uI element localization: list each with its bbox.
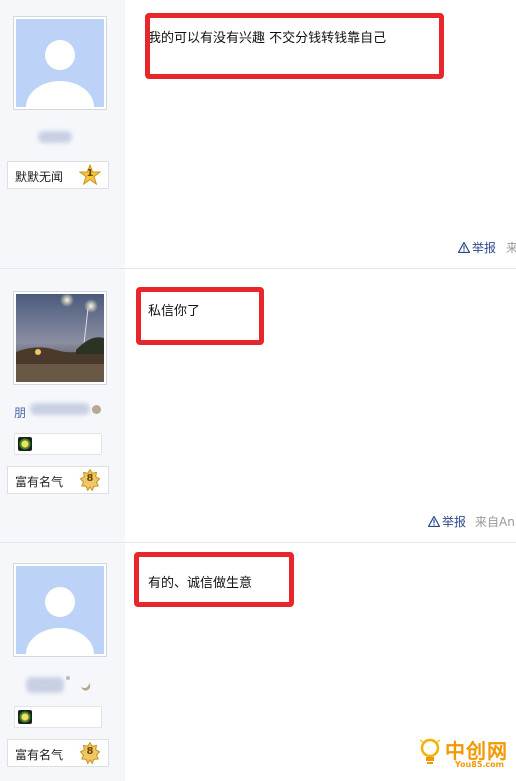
user-rank-title: 富有名气 bbox=[15, 475, 64, 489]
avatar-default[interactable] bbox=[13, 16, 107, 110]
user-rank-title: 富有名气 bbox=[15, 748, 64, 762]
warning-icon bbox=[458, 242, 470, 253]
default-avatar-icon bbox=[16, 19, 104, 107]
watermark-site: You85.com bbox=[455, 760, 504, 769]
username-blurred[interactable] bbox=[26, 677, 64, 693]
post-1: 默默无闻 1 我的可以有没有兴趣 不交分钱转钱靠自己 举报 来 bbox=[0, 0, 516, 268]
post-2: 朋 富有名气 8 私信你了 举报 来自An bbox=[0, 269, 516, 542]
source-label: 来自An bbox=[475, 515, 515, 529]
report-link[interactable]: 举报 bbox=[428, 513, 466, 530]
level-star-icon: 8 bbox=[79, 742, 101, 764]
level-number: 8 bbox=[86, 746, 94, 757]
username-blurred[interactable] bbox=[30, 403, 90, 415]
source-label: 来 bbox=[506, 241, 516, 255]
gender-icon bbox=[66, 676, 70, 680]
avatar-photo[interactable] bbox=[13, 291, 107, 385]
username-prefix[interactable]: 朋 bbox=[14, 404, 26, 421]
user-rank-box: 富有名气 8 bbox=[7, 739, 109, 767]
user-rank-title: 默默无闻 bbox=[15, 170, 64, 184]
night-photo-avatar bbox=[16, 294, 104, 382]
medal-box bbox=[14, 706, 102, 728]
lightbulb-logo-icon bbox=[419, 738, 441, 764]
medal-box bbox=[14, 433, 102, 455]
watermark: 中创网 You85.com bbox=[418, 735, 510, 775]
user-rank-box: 默默无闻 1 bbox=[7, 161, 109, 189]
level-star-icon: 8 bbox=[79, 469, 101, 491]
warning-icon bbox=[428, 516, 440, 527]
highlight-box bbox=[136, 287, 264, 345]
avatar-default[interactable] bbox=[13, 563, 107, 657]
default-avatar-icon bbox=[16, 566, 104, 654]
report-link[interactable]: 举报 bbox=[458, 239, 496, 256]
user-rank-box: 富有名气 8 bbox=[7, 466, 109, 494]
level-number: 8 bbox=[86, 473, 94, 484]
level-number: 1 bbox=[86, 168, 94, 179]
report-label: 举报 bbox=[442, 515, 467, 529]
report-label: 举报 bbox=[472, 241, 497, 255]
medal-icon bbox=[18, 437, 32, 451]
medal-icon bbox=[18, 710, 32, 724]
gender-icon bbox=[92, 405, 101, 414]
post-3: 富有名气 8 有的、诚信做生意 中创网 You85.com bbox=[0, 543, 516, 781]
highlight-box bbox=[134, 552, 294, 607]
level-star-icon: 1 bbox=[79, 164, 101, 186]
highlight-box bbox=[145, 13, 444, 79]
username-blurred[interactable] bbox=[38, 131, 72, 143]
